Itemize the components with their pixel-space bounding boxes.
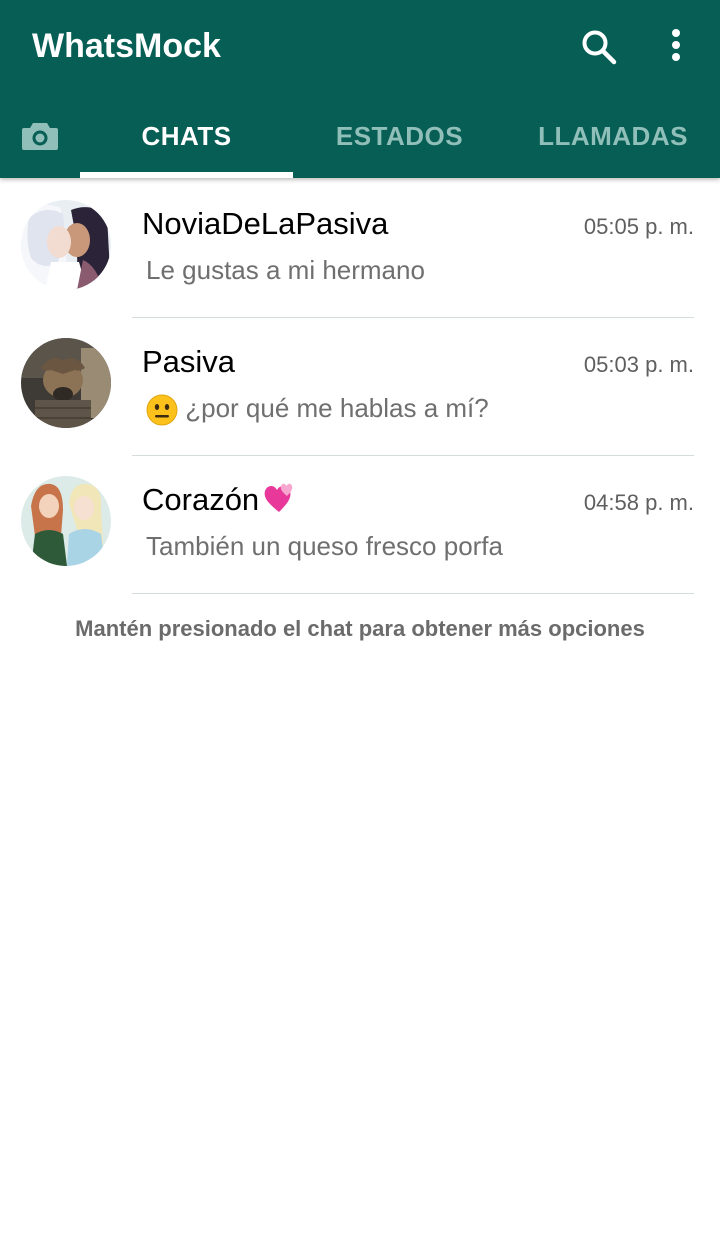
- camera-tab[interactable]: [20, 116, 60, 156]
- camera-icon: [22, 123, 58, 150]
- chat-name: NoviaDeLaPasiva: [142, 206, 389, 241]
- chat-row[interactable]: NoviaDeLaPasiva 05:05 p. m. Le gustas a …: [0, 180, 720, 318]
- tab-chats[interactable]: CHATS: [80, 116, 293, 156]
- chat-name: Pasiva: [142, 344, 236, 379]
- chat-last-message: También un queso fresco porfa: [146, 531, 503, 561]
- avatar[interactable]: [21, 200, 111, 290]
- chat-row[interactable]: Pasiva 05:03 p. m. ¿por qué me hablas a …: [0, 318, 720, 456]
- chat-last-message-text: ¿por qué me hablas a mí?: [185, 393, 489, 423]
- divider: [132, 593, 694, 594]
- two-hearts-emoji-icon: [264, 483, 293, 512]
- app-bar: WhatsMock CHATS ESTADOS LLAMADAS: [0, 0, 720, 178]
- chat-last-message: ¿por qué me hablas a mí?: [146, 390, 489, 426]
- chat-name: Corazón: [142, 480, 297, 520]
- tab-estados[interactable]: ESTADOS: [293, 116, 506, 156]
- chat-name-text: Corazón: [142, 482, 260, 517]
- long-press-hint: Mantén presionado el chat para obtener m…: [75, 616, 645, 641]
- avatar[interactable]: [21, 338, 111, 428]
- search-button[interactable]: [578, 26, 620, 68]
- search-icon: [582, 30, 617, 65]
- avatar[interactable]: [21, 476, 111, 566]
- chat-last-message: Le gustas a mi hermano: [146, 255, 425, 285]
- chat-time: 05:03 p. m.: [583, 352, 694, 377]
- tab-llamadas[interactable]: LLAMADAS: [506, 116, 720, 156]
- chat-time: 05:05 p. m.: [583, 214, 694, 239]
- app-title: WhatsMock: [32, 27, 221, 65]
- more-options-button[interactable]: [660, 26, 692, 68]
- chat-row[interactable]: Corazón 04:58 p. m. También un queso fre…: [0, 456, 720, 594]
- neutral-face-emoji-icon: [146, 394, 178, 426]
- selected-tab-indicator: [80, 172, 293, 178]
- more-vert-icon: [672, 29, 680, 61]
- chat-time: 04:58 p. m.: [583, 490, 694, 515]
